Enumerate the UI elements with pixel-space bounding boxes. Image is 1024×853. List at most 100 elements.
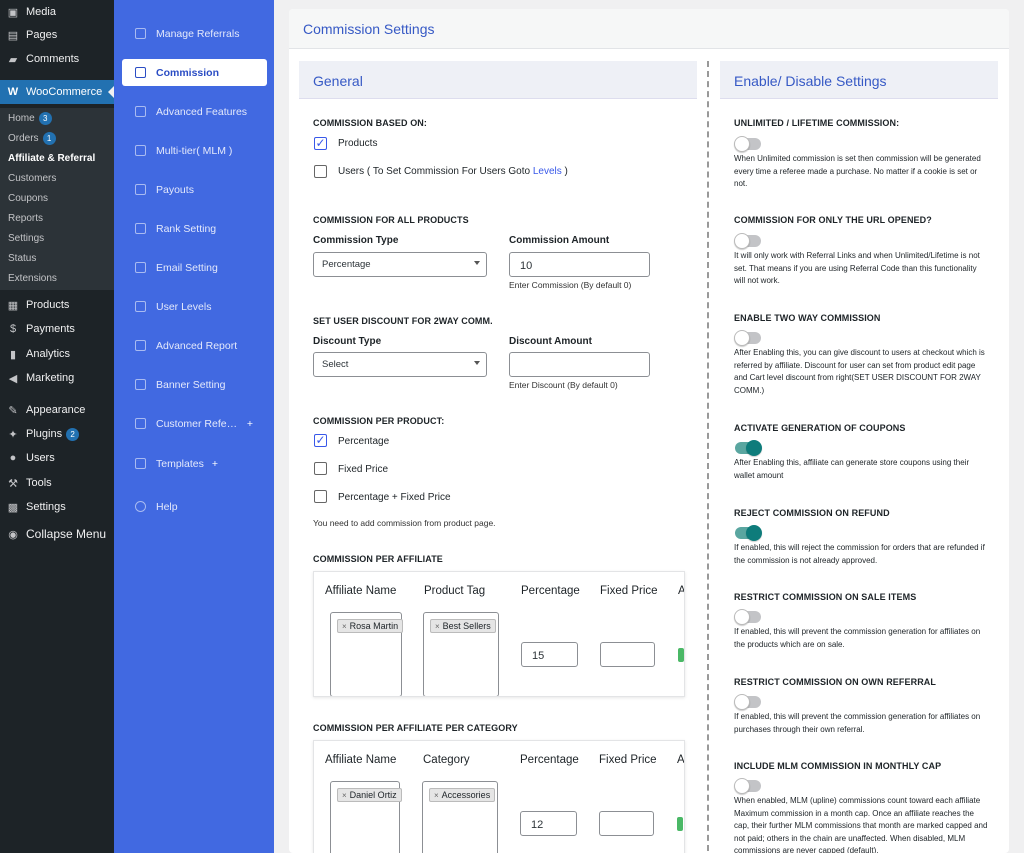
- commission-amount-input[interactable]: 10: [509, 252, 650, 277]
- percentage-checkbox[interactable]: ✓: [314, 434, 327, 447]
- nav-help[interactable]: Help: [122, 493, 267, 520]
- affiliate-select[interactable]: × Daniel Ortiz: [330, 781, 402, 853]
- menu-item-appearance[interactable]: ✎ Appearance: [0, 398, 114, 422]
- toggle-knob: [734, 778, 750, 794]
- reject-refund-toggle[interactable]: [735, 525, 762, 541]
- coupons-toggle[interactable]: [735, 440, 762, 456]
- column-header: Percentage: [521, 585, 580, 597]
- category-select[interactable]: × Accessories: [422, 781, 498, 853]
- menu-item-media[interactable]: ▣ Media: [0, 0, 114, 24]
- woocommerce-submenu: Home 3 Orders 1 Affiliate & Referral Custo…: [0, 108, 114, 290]
- menu-item-pages[interactable]: ▤ Pages: [0, 23, 114, 47]
- discount-type-label: Discount Type: [313, 336, 382, 347]
- mlm-cap-toggle[interactable]: [734, 778, 761, 794]
- nav-email-setting[interactable]: Email Setting: [122, 254, 267, 281]
- submenu-status[interactable]: Status: [0, 248, 114, 268]
- submenu-home[interactable]: Home 3: [0, 108, 114, 128]
- submenu-affiliate-referral[interactable]: Affiliate & Referral: [0, 148, 114, 168]
- advanced-features-icon: [135, 106, 146, 117]
- percentage-input[interactable]: 15: [521, 642, 578, 667]
- category-tag: × Accessories: [429, 788, 496, 802]
- discount-amount-label: Discount Amount: [509, 336, 592, 347]
- nav-manage-referrals[interactable]: Manage Referrals: [122, 20, 267, 47]
- percentage-fixed-checkbox[interactable]: [314, 490, 327, 503]
- menu-item-plugins[interactable]: ✦ Plugins 2: [0, 422, 114, 446]
- remove-tag-icon[interactable]: ×: [342, 791, 347, 800]
- menu-item-collapse[interactable]: ◉ Collapse Menu: [0, 522, 114, 546]
- settings-icon: ▩: [7, 501, 19, 514]
- commission-type-select[interactable]: Percentage: [313, 252, 487, 277]
- nav-commission[interactable]: Commission: [122, 59, 267, 86]
- templates-icon: [135, 458, 146, 469]
- media-icon: ▣: [7, 6, 19, 19]
- nav-advanced-features[interactable]: Advanced Features: [122, 98, 267, 125]
- nav-label: Banner Setting: [156, 378, 226, 391]
- own-referral-toggle[interactable]: [734, 694, 761, 710]
- menu-item-marketing[interactable]: ◀ Marketing: [0, 366, 114, 390]
- discount-amount-hint: Enter Discount (By default 0): [509, 380, 618, 390]
- nav-rank-setting[interactable]: Rank Setting: [122, 215, 267, 242]
- marketing-icon: ◀: [8, 372, 18, 385]
- submenu-settings[interactable]: Settings: [0, 228, 114, 248]
- toggle-knob: [734, 233, 750, 249]
- menu-item-analytics[interactable]: ▮ Analytics: [0, 342, 114, 366]
- nav-advanced-report[interactable]: Advanced Report: [122, 332, 267, 359]
- nav-banner-setting[interactable]: Banner Setting: [122, 371, 267, 398]
- expand-plus-icon[interactable]: +: [247, 418, 253, 430]
- nav-customer-referral[interactable]: Customer Refe… +: [122, 410, 267, 437]
- submenu-reports[interactable]: Reports: [0, 208, 114, 228]
- nav-templates[interactable]: Templates +: [122, 450, 267, 477]
- products-icon: ▦: [7, 299, 19, 312]
- fixed-price-checkbox[interactable]: [314, 462, 327, 475]
- menu-label: Users: [26, 452, 55, 464]
- submenu-extensions[interactable]: Extensions: [0, 268, 114, 288]
- menu-item-woocommerce[interactable]: W WooCommerce: [0, 80, 114, 104]
- affiliate-select[interactable]: × Rosa Martin: [330, 612, 404, 696]
- nav-multi-tier[interactable]: Multi-tier( MLM ): [122, 137, 267, 164]
- menu-item-tools[interactable]: ⚒ Tools: [0, 471, 114, 495]
- url-opened-toggle[interactable]: [734, 233, 761, 249]
- submenu-label: Customers: [8, 172, 57, 184]
- submenu-label: Coupons: [8, 192, 49, 204]
- users-checkbox[interactable]: [314, 165, 327, 178]
- customer-referral-icon: [135, 418, 146, 429]
- fixed-price-input[interactable]: [600, 642, 655, 667]
- menu-item-settings[interactable]: ▩ Settings: [0, 495, 114, 519]
- setting-description: If enabled, this will prevent the commis…: [734, 712, 981, 734]
- submenu-customers[interactable]: Customers: [0, 168, 114, 188]
- discount-amount-input[interactable]: [509, 352, 650, 377]
- percentage-input[interactable]: 12: [520, 811, 577, 836]
- user-levels-icon: [135, 301, 146, 312]
- two-way-commission-toggle[interactable]: [734, 330, 761, 346]
- menu-item-comments[interactable]: ▰ Comments: [0, 47, 114, 71]
- remove-tag-icon[interactable]: ×: [342, 622, 347, 631]
- levels-link[interactable]: Levels: [533, 166, 562, 177]
- nav-label: Advanced Report: [156, 339, 238, 352]
- sale-items-toggle[interactable]: [734, 609, 761, 625]
- submenu-coupons[interactable]: Coupons: [0, 188, 114, 208]
- menu-item-payments[interactable]: $ Payments: [0, 317, 114, 341]
- discount-type-select[interactable]: Select: [313, 352, 487, 377]
- wp-admin-menu: ▣ Media ▤ Pages ▰ Comments W WooCommerce Hom…: [0, 0, 114, 853]
- unlimited-commission-toggle[interactable]: [734, 136, 761, 152]
- nav-payouts[interactable]: Payouts: [122, 176, 267, 203]
- products-checkbox[interactable]: ✓: [314, 137, 327, 150]
- menu-label: Marketing: [26, 372, 75, 384]
- menu-item-users[interactable]: ● Users: [0, 446, 114, 470]
- nav-label: User Levels: [156, 300, 212, 313]
- product-tag-select[interactable]: × Best Sellers: [423, 612, 499, 696]
- expand-plus-icon[interactable]: +: [212, 458, 218, 470]
- action-button[interactable]: [677, 817, 683, 831]
- collapse-icon: ◉: [8, 528, 18, 541]
- page-title: Commission Settings: [289, 9, 1009, 49]
- action-button[interactable]: [678, 648, 684, 662]
- submenu-orders[interactable]: Orders 1: [0, 128, 114, 148]
- nav-user-levels[interactable]: User Levels: [122, 293, 267, 320]
- remove-tag-icon[interactable]: ×: [435, 622, 440, 631]
- remove-tag-icon[interactable]: ×: [434, 791, 439, 800]
- toggle-knob: [746, 440, 762, 456]
- per-affiliate-label: COMMISSION PER AFFILIATE: [313, 554, 443, 564]
- plugin-nav: Manage Referrals Commission Advanced Fea…: [114, 0, 274, 853]
- fixed-price-input[interactable]: [599, 811, 654, 836]
- menu-item-products[interactable]: ▦ Products: [0, 293, 114, 317]
